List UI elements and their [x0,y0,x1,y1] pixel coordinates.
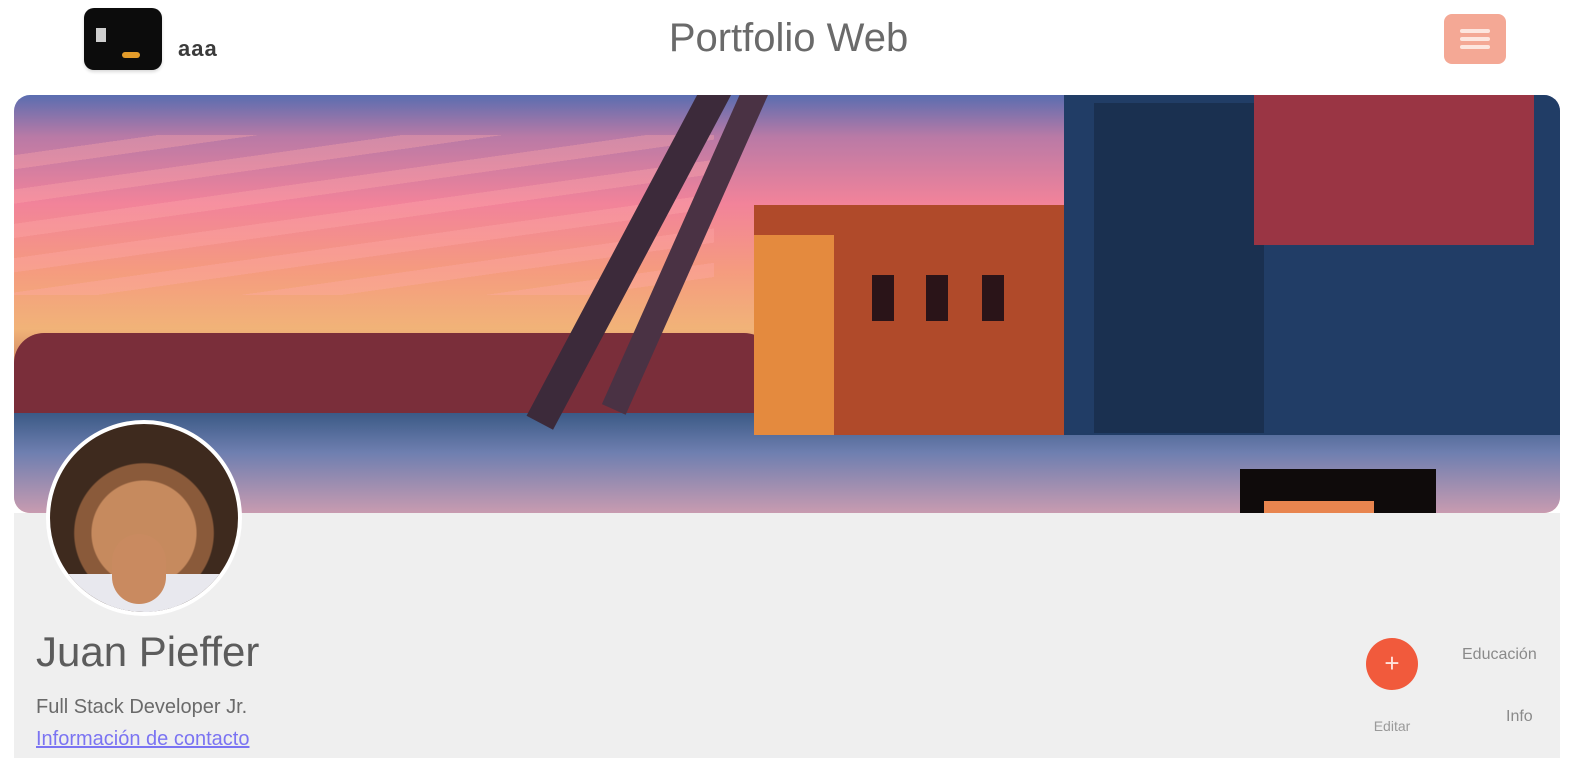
building-window [872,275,894,321]
education-label[interactable]: Educación [1462,646,1537,664]
distant-skyline [14,333,774,413]
orange-light [1264,501,1374,513]
top-navbar: aaa Portfolio Web [0,0,1577,92]
menu-button[interactable] [1444,14,1506,64]
dark-structure [1240,469,1436,513]
building-window [926,275,948,321]
add-button[interactable]: + [1366,638,1418,690]
building-window [982,275,1004,321]
menu-icon-bar [1460,45,1490,49]
profile-avatar [46,420,242,616]
menu-icon-bar [1460,37,1490,41]
profile-name: Juan Pieffer [36,628,260,675]
blue-building-shadow [1094,103,1264,433]
brick-building-lit-side [754,235,834,435]
plus-icon: + [1384,648,1400,678]
red-tower [1254,95,1534,245]
page-title: Portfolio Web [668,16,909,60]
add-button-label: Editar [1373,718,1411,734]
profile-role: Full Stack Developer Jr. [36,696,248,718]
contact-info-link[interactable]: Información de contacto [36,728,249,751]
cover-banner-image [14,95,1560,513]
menu-icon [1460,29,1490,33]
avatar-hand [112,534,166,604]
info-label[interactable]: Info [1506,708,1533,726]
